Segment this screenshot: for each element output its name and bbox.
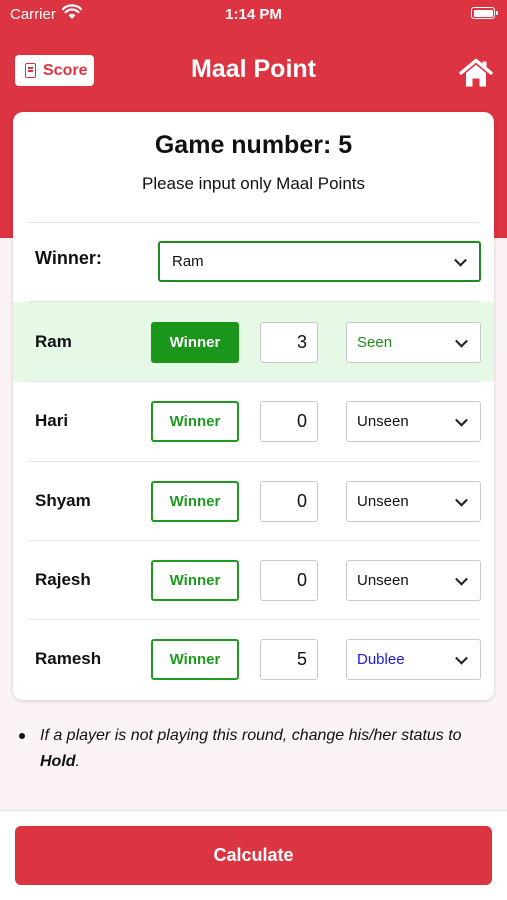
winner-button[interactable]: Winner	[151, 322, 239, 363]
chevron-down-icon	[454, 253, 467, 267]
player-row-ram: Ram Winner 3 Seen	[13, 302, 494, 382]
status-select-value: Unseen	[357, 493, 409, 510]
points-input[interactable]: 5	[260, 639, 318, 680]
player-name: Shyam	[35, 491, 91, 510]
status-select[interactable]: Unseen	[346, 481, 481, 522]
points-input[interactable]: 0	[260, 401, 318, 442]
winner-button[interactable]: Winner	[151, 481, 239, 522]
game-card: Game number: 5 Please input only Maal Po…	[13, 112, 494, 700]
points-input[interactable]: 3	[260, 322, 318, 363]
game-number-title: Game number: 5	[154, 131, 353, 159]
note-bold-hold: Hold	[40, 753, 76, 770]
bullet-icon	[19, 733, 25, 739]
clock: 1:14 PM	[225, 6, 282, 23]
winner-button[interactable]: Winner	[151, 639, 239, 680]
status-select[interactable]: Dublee	[346, 639, 481, 680]
player-row-hari: Hari Winner 0 Unseen	[13, 381, 494, 461]
winner-select-value: Ram	[172, 253, 204, 270]
chevron-down-icon	[455, 493, 468, 507]
status-bar: Carrier 1:14 PM	[0, 0, 507, 28]
winner-button[interactable]: Winner	[151, 401, 239, 442]
status-select-value: Seen	[357, 334, 393, 351]
hold-note: If a player is not playing this round, c…	[40, 723, 470, 775]
status-select-value: Dublee	[357, 651, 405, 668]
page-title: Maal Point	[190, 55, 316, 83]
home-icon[interactable]	[459, 58, 493, 88]
player-row-rajesh: Rajesh Winner 0 Unseen	[13, 540, 494, 620]
chevron-down-icon	[455, 651, 468, 665]
points-input[interactable]: 0	[260, 560, 318, 601]
instruction-text: Please input only Maal Points	[141, 174, 366, 193]
chevron-down-icon	[455, 334, 468, 348]
status-select[interactable]: Seen	[346, 322, 481, 363]
note-end: .	[75, 753, 80, 770]
winner-button[interactable]: Winner	[151, 560, 239, 601]
winner-select[interactable]: Ram	[158, 241, 481, 282]
chevron-down-icon	[455, 413, 468, 427]
status-select[interactable]: Unseen	[346, 560, 481, 601]
battery-icon	[471, 7, 498, 19]
status-select[interactable]: Unseen	[346, 401, 481, 442]
chevron-down-icon	[455, 572, 468, 586]
player-name: Ram	[35, 332, 72, 351]
status-select-value: Unseen	[357, 413, 409, 430]
calculate-button[interactable]: Calculate	[15, 826, 492, 885]
winner-label: Winner:	[35, 248, 102, 268]
note-text: If a player is not playing this round, c…	[40, 727, 462, 744]
player-name: Ramesh	[35, 649, 102, 668]
points-input[interactable]: 0	[260, 481, 318, 522]
divider	[28, 222, 479, 223]
player-row-ramesh: Ramesh Winner 5 Dublee	[13, 619, 494, 699]
player-name: Rajesh	[35, 570, 91, 589]
player-row-shyam: Shyam Winner 0 Unseen	[13, 461, 494, 541]
player-name: Hari	[35, 411, 69, 430]
status-select-value: Unseen	[357, 572, 409, 589]
